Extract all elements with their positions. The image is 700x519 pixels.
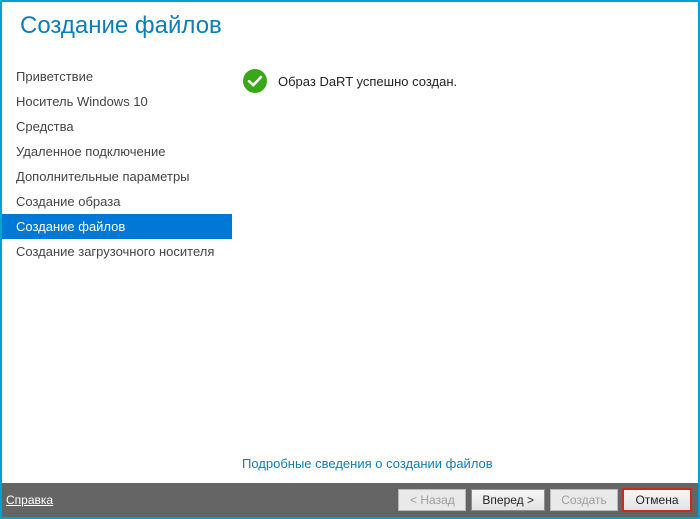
wizard-sidebar: ПриветствиеНоситель Windows 10СредстваУд… bbox=[2, 46, 232, 483]
help-link[interactable]: Справка bbox=[6, 493, 53, 507]
sidebar-item-1[interactable]: Носитель Windows 10 bbox=[2, 89, 232, 114]
back-button[interactable]: < Назад bbox=[398, 489, 466, 511]
sidebar-item-3[interactable]: Удаленное подключение bbox=[2, 139, 232, 164]
wizard-header: Создание файлов bbox=[2, 2, 698, 46]
page-title: Создание файлов bbox=[20, 12, 680, 40]
sidebar-item-6[interactable]: Создание файлов bbox=[2, 214, 232, 239]
sidebar-item-0[interactable]: Приветствие bbox=[2, 64, 232, 89]
main-spacer bbox=[242, 94, 678, 448]
sidebar-item-5[interactable]: Создание образа bbox=[2, 189, 232, 214]
status-row: Образ DaRT успешно создан. bbox=[242, 68, 678, 94]
wizard-window: Создание файлов ПриветствиеНоситель Wind… bbox=[0, 0, 700, 519]
sidebar-item-2[interactable]: Средства bbox=[2, 114, 232, 139]
sidebar-item-4[interactable]: Дополнительные параметры bbox=[2, 164, 232, 189]
next-button[interactable]: Вперед > bbox=[471, 489, 545, 511]
details-link[interactable]: Подробные сведения о создании файлов bbox=[242, 448, 678, 483]
wizard-footer: Справка < Назад Вперед > Создать Отмена bbox=[2, 483, 698, 517]
check-circle-icon bbox=[242, 68, 268, 94]
cancel-button[interactable]: Отмена bbox=[623, 489, 691, 511]
sidebar-item-7[interactable]: Создание загрузочного носителя bbox=[2, 239, 232, 264]
wizard-main: Образ DaRT успешно создан. Подробные све… bbox=[232, 46, 698, 483]
status-text: Образ DaRT успешно создан. bbox=[278, 74, 457, 89]
wizard-body: ПриветствиеНоситель Windows 10СредстваУд… bbox=[2, 46, 698, 483]
create-button[interactable]: Создать bbox=[550, 489, 618, 511]
